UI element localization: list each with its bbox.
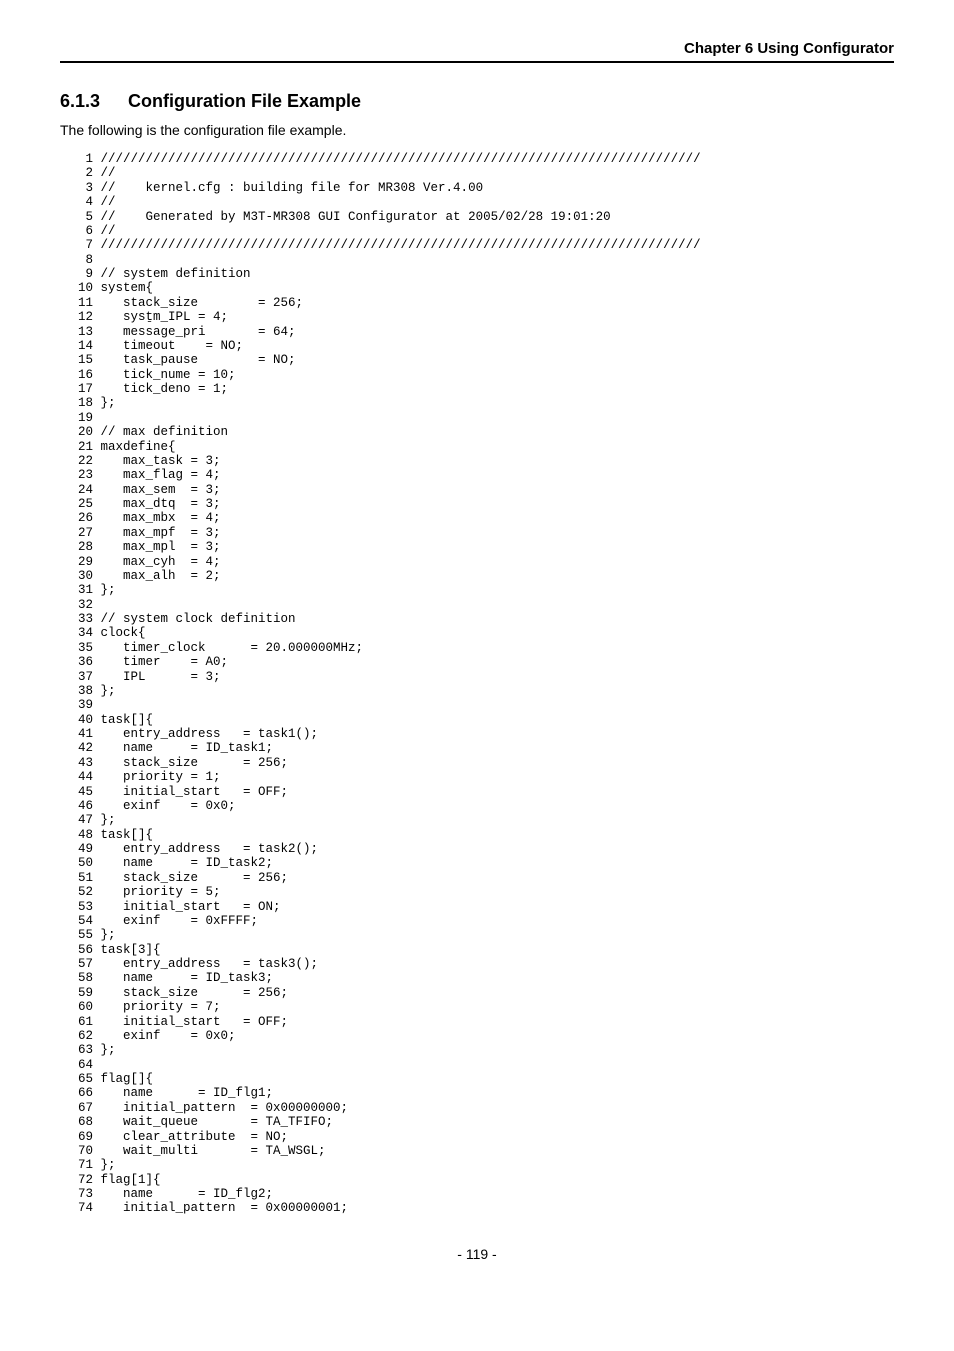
page-number: - 119 -	[60, 1246, 894, 1262]
intro-text: The following is the configuration file …	[60, 122, 894, 138]
section-title: Configuration File Example	[128, 91, 361, 111]
section-heading: 6.1.3 Configuration File Example	[60, 91, 894, 112]
code-listing: 1 //////////////////////////////////////…	[78, 152, 894, 1216]
section-number: 6.1.3	[60, 91, 100, 112]
chapter-header: Chapter 6 Using Configurator	[60, 40, 894, 63]
